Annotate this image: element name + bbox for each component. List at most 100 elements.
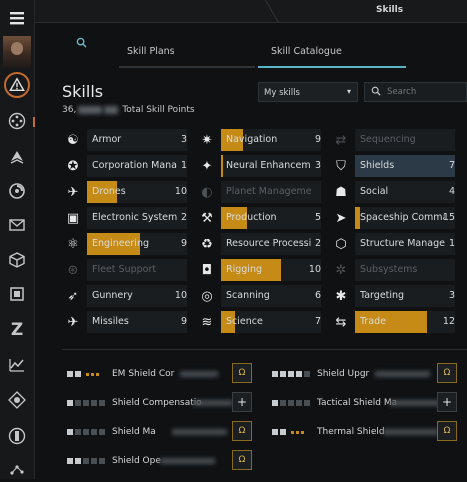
skill-group-sequencing[interactable]: ⇄ Sequencing — [330, 129, 455, 151]
skill-group-name: Structure Managem — [360, 238, 445, 249]
level-pip — [67, 458, 73, 464]
skill-level-indicator — [67, 371, 99, 377]
level-pip — [280, 371, 286, 377]
hamburger-menu-icon[interactable] — [5, 6, 29, 30]
queue-skill-name: Shield Ma — [112, 427, 156, 437]
network-icon[interactable] — [5, 109, 29, 133]
map-icon[interactable] — [5, 458, 29, 482]
omega-icon[interactable]: Ω — [437, 421, 457, 441]
skill-group-engineering[interactable]: ⚛ Engineering 9 — [62, 233, 187, 255]
page-title: Skills — [62, 82, 104, 101]
skill-group-name: Engineering — [92, 238, 149, 249]
skill-group-corporation[interactable]: ✪ Corporation Manag 1 — [62, 155, 187, 177]
z-icon[interactable]: Z — [5, 318, 29, 342]
skill-group-gunnery[interactable]: ➶ Gunnery 10 — [62, 285, 187, 307]
skill-group-trade[interactable]: ⇆ Trade 12 — [330, 311, 455, 333]
skill-group-production[interactable]: ⚒ Production 5 — [196, 207, 321, 229]
skill-group-science[interactable]: ≋ Science 7 — [196, 311, 321, 333]
queue-skill-row[interactable]: Tactical Shield Ma + — [267, 392, 457, 414]
window-title: Skills — [376, 5, 404, 15]
neural-icon: ✦ — [201, 158, 213, 174]
skill-group-spaceship[interactable]: ➤ Spaceship Comma 15 — [330, 207, 455, 229]
title-bar-divider — [265, 0, 467, 22]
skill-group-fleet-support[interactable]: ⊛ Fleet Support — [62, 259, 187, 281]
queue-skill-row[interactable]: Shield Ope Ω — [62, 450, 252, 472]
queue-skill-name: Tactical Shield Ma — [317, 398, 398, 408]
queue-skill-row[interactable]: Thermal Shield Ω — [267, 421, 457, 443]
skill-group-name: Social — [360, 186, 389, 197]
inventory-cube-icon[interactable] — [5, 248, 29, 272]
omega-icon[interactable]: Ω — [232, 363, 252, 383]
skill-level-indicator — [67, 400, 105, 406]
level-pip — [272, 400, 278, 406]
plus-icon[interactable]: + — [437, 392, 457, 412]
skill-group-level: 15 — [442, 212, 455, 223]
market-chart-icon[interactable] — [5, 353, 29, 377]
search-box[interactable] — [364, 82, 467, 102]
skill-group-level: 3 — [448, 290, 455, 301]
plus-icon[interactable]: + — [232, 392, 252, 412]
skill-group-scanning[interactable]: ◎ Scanning 6 — [196, 285, 321, 307]
skill-group-recycle[interactable]: ♻ Resource Processi 2 — [196, 233, 321, 255]
skill-level-indicator — [272, 429, 304, 435]
redacted-training-time — [375, 371, 430, 377]
skill-group-targeting[interactable]: ✱ Targeting 3 — [330, 285, 455, 307]
level-pip — [83, 429, 89, 435]
queue-skill-row[interactable]: Shield Ma Ω — [62, 421, 252, 443]
queue-skill-row[interactable]: Shield Compensatio + — [62, 392, 252, 414]
queue-skill-row[interactable]: EM Shield Cor Ω — [62, 363, 252, 385]
skill-group-name: Missiles — [92, 316, 129, 327]
tab-skill-catalogue[interactable]: Skill Catalogue — [271, 46, 342, 57]
skill-group-social[interactable]: ☗ Social 4 — [330, 181, 455, 203]
search-input[interactable] — [385, 86, 464, 98]
level-pip — [272, 429, 278, 435]
spaceship-icon: ➤ — [335, 210, 347, 226]
omega-icon[interactable]: Ω — [437, 363, 457, 383]
datacube-icon[interactable] — [5, 282, 29, 306]
skill-group-drone[interactable]: ✈ Drones 10 — [62, 181, 187, 203]
level-pip — [291, 431, 294, 434]
skill-group-subsystems[interactable]: ✲ Subsystems — [330, 259, 455, 281]
skill-group-name: Sequencing — [360, 134, 416, 145]
redacted-training-time — [193, 400, 233, 406]
skill-group-armor[interactable]: ☯ Armor 3 — [62, 129, 187, 151]
level-pip — [304, 371, 310, 377]
level-pip — [67, 371, 73, 377]
skill-group-name: Fleet Support — [92, 264, 157, 275]
skill-group-rigging[interactable]: ◘ Rigging 10 — [196, 259, 321, 281]
skill-points-label: Total Skill Points — [122, 105, 195, 115]
omega-icon[interactable]: Ω — [232, 421, 252, 441]
search-icon[interactable] — [76, 37, 87, 51]
industry-icon[interactable] — [5, 388, 29, 412]
fleet-icon[interactable] — [5, 145, 29, 169]
skill-level-indicator — [272, 400, 310, 406]
warning-icon[interactable] — [4, 72, 30, 98]
rigging-icon: ◘ — [201, 262, 213, 278]
agency-icon[interactable] — [5, 179, 29, 203]
skill-group-name: Electronic System — [92, 212, 177, 223]
subsystems-icon: ✲ — [335, 262, 347, 278]
skill-group-navigation[interactable]: ✷ Navigation 9 — [196, 129, 321, 151]
targeting-icon: ✱ — [335, 288, 347, 304]
omega-icon[interactable]: Ω — [232, 450, 252, 470]
skill-group-structure-management[interactable]: ⬡ Structure Managem 1 — [330, 233, 455, 255]
skill-group-missile[interactable]: ✈ Missiles 9 — [62, 311, 187, 333]
skill-group-planet[interactable]: ◐ Planet Managemer — [196, 181, 321, 203]
skill-points-prefix: 36, — [62, 105, 77, 115]
character-portrait[interactable] — [3, 36, 31, 68]
skill-group-electronics[interactable]: ▣ Electronic System 2 — [62, 207, 187, 229]
skill-group-level: 10 — [174, 186, 187, 197]
mail-icon[interactable] — [5, 213, 29, 237]
tab-skill-plans[interactable]: Skill Plans — [127, 46, 175, 57]
skill-group-name: Rigging — [226, 264, 262, 275]
engineering-icon: ⚛ — [67, 236, 79, 252]
queue-skill-row[interactable]: Shield Upgr Ω — [267, 363, 457, 385]
skill-group-shield[interactable]: ⛉ Shields 7 — [330, 155, 455, 177]
skill-group-neural[interactable]: ✦ Neural Enhanceme 3 — [196, 155, 321, 177]
structure-icon[interactable] — [5, 424, 29, 448]
level-pip — [296, 400, 302, 406]
queue-skill-name: Thermal Shield — [317, 427, 385, 437]
queue-skill-name: Shield Compensatio — [112, 398, 202, 408]
skill-filter-dropdown[interactable]: My skills ▾ — [258, 82, 358, 102]
skill-group-name: Drones — [92, 186, 126, 197]
